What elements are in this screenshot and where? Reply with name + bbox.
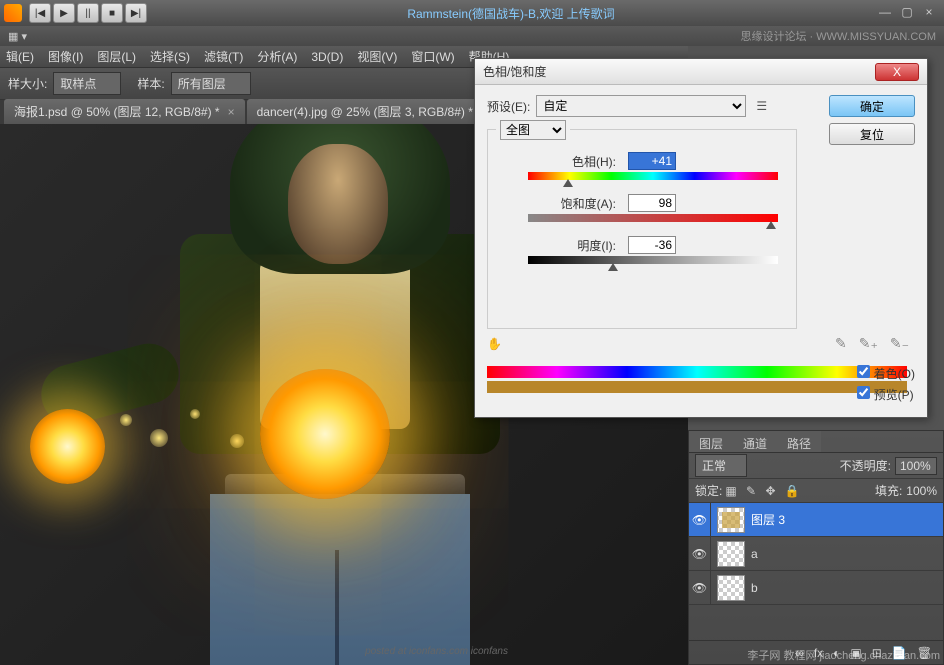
restore-button[interactable]: ▢ — [898, 5, 916, 21]
media-pause-button[interactable]: || — [77, 3, 99, 23]
color-bars — [487, 366, 907, 393]
media-next-button[interactable]: ▶| — [125, 3, 147, 23]
close-button[interactable]: × — [920, 5, 938, 21]
hue-saturation-dialog: 色相/饱和度 X 预设(E): 自定 ☰ 确定 复位 全图 色相(H): 饱和度… — [474, 58, 928, 418]
app-menu-icon[interactable]: ▦ ▾ — [8, 30, 27, 43]
eyedropper-subtract-icon[interactable]: ✎₋ — [890, 335, 909, 352]
lightness-slider[interactable] — [528, 256, 778, 266]
channel-select[interactable]: 全图 — [500, 120, 566, 140]
media-stop-button[interactable]: ■ — [101, 3, 123, 23]
saturation-label: 饱和度(A): — [498, 195, 628, 212]
visibility-icon[interactable]: 👁 — [689, 571, 711, 604]
layer-name: a — [751, 547, 758, 561]
sliders-group: 全图 色相(H): 饱和度(A): 明度(I): — [487, 129, 797, 329]
tab-label: 海报1.psd @ 50% (图层 12, RGB/8#) * — [14, 103, 220, 120]
document-tab-2[interactable]: dancer(4).jpg @ 25% (图层 3, RGB/8#) *× — [247, 99, 498, 124]
menu-filter[interactable]: 滤镜(T) — [204, 48, 243, 65]
menu-window[interactable]: 窗口(W) — [411, 48, 454, 65]
lock-pixels-icon[interactable]: ✎ — [746, 484, 756, 498]
menu-select[interactable]: 选择(S) — [150, 48, 190, 65]
lightness-input[interactable] — [628, 236, 676, 254]
tab-label: dancer(4).jpg @ 25% (图层 3, RGB/8#) * — [257, 103, 473, 120]
rainbow-bar — [487, 366, 907, 378]
hue-label: 色相(H): — [498, 153, 628, 170]
song-title: Rammstein(德国战车)-B,欢迎 上传歌词 — [148, 5, 874, 22]
layer-thumbnail[interactable] — [717, 507, 745, 533]
ok-button[interactable]: 确定 — [829, 95, 915, 117]
preset-label: 预设(E): — [487, 98, 530, 115]
orb-small — [30, 409, 105, 484]
media-title-bar: |◀ ▶ || ■ ▶| Rammstein(德国战车)-B,欢迎 上传歌词 —… — [0, 0, 944, 26]
reset-button[interactable]: 复位 — [829, 123, 915, 145]
orb-big — [260, 369, 390, 499]
lightness-label: 明度(I): — [498, 237, 628, 254]
menu-3d[interactable]: 3D(D) — [311, 50, 343, 64]
document-tab-1[interactable]: 海报1.psd @ 50% (图层 12, RGB/8#) * × — [4, 99, 245, 124]
saturation-slider[interactable] — [528, 214, 778, 224]
dialog-title: 色相/饱和度 — [483, 63, 546, 80]
minimize-button[interactable]: — — [876, 5, 894, 21]
menu-analysis[interactable]: 分析(A) — [257, 48, 297, 65]
eyedropper-icon[interactable]: ✎ — [835, 335, 847, 352]
media-play-button[interactable]: ▶ — [53, 3, 75, 23]
visibility-icon[interactable]: 👁 — [689, 537, 711, 570]
layer-name: 图层 3 — [751, 511, 785, 528]
opacity-input[interactable]: 100% — [895, 457, 937, 475]
visibility-icon[interactable]: 👁 — [689, 503, 711, 536]
dialog-title-bar[interactable]: 色相/饱和度 X — [475, 59, 927, 85]
sample-label: 样本: — [137, 75, 164, 92]
media-app-icon — [4, 4, 22, 22]
hand-icon[interactable]: ✋ — [487, 337, 502, 351]
app-title-right: 思缘设计论坛 · WWW.MISSYUAN.COM — [740, 28, 936, 44]
preview-checkbox[interactable]: 预览(P) — [857, 386, 915, 403]
sample-size-label: 样大小: — [8, 75, 47, 92]
tab-layers[interactable]: 图层 — [689, 431, 733, 452]
menu-edit[interactable]: 辑(E) — [6, 48, 34, 65]
sample-select[interactable]: 所有图层 — [171, 72, 251, 95]
blend-mode-select[interactable]: 正常 — [695, 454, 747, 477]
fill-label: 填充: — [875, 482, 902, 499]
menu-image[interactable]: 图像(I) — [48, 48, 83, 65]
preset-select[interactable]: 自定 — [536, 95, 746, 117]
tab-paths[interactable]: 路径 — [777, 431, 821, 452]
lock-position-icon[interactable]: ✥ — [765, 484, 775, 498]
fill-input[interactable]: 100% — [906, 484, 937, 498]
canvas-image — [50, 124, 510, 665]
layer-name: b — [751, 581, 758, 595]
colorize-checkbox[interactable]: 着色(O) — [857, 365, 915, 382]
canvas-watermark: posted at iconfans.com iconfans — [365, 646, 508, 657]
opacity-label: 不透明度: — [840, 457, 891, 474]
layer-thumbnail[interactable] — [717, 541, 745, 567]
preset-menu-icon[interactable]: ☰ — [756, 99, 767, 113]
layer-thumbnail[interactable] — [717, 575, 745, 601]
lock-icons: ▦ ✎ ✥ 🔒 — [722, 484, 802, 498]
media-prev-button[interactable]: |◀ — [29, 3, 51, 23]
menu-view[interactable]: 视图(V) — [357, 48, 397, 65]
layer-list: 👁 图层 3 👁 a 👁 b — [689, 503, 943, 605]
app-title-bar: ▦ ▾ 思缘设计论坛 · WWW.MISSYUAN.COM — [0, 26, 944, 46]
page-watermark: 李子网 教程网 jiaocheng.chazidian.com — [747, 647, 940, 663]
eyedropper-add-icon[interactable]: ✎₊ — [859, 335, 878, 352]
lock-label: 锁定: — [695, 482, 722, 499]
sample-size-select[interactable]: 取样点 — [53, 72, 121, 95]
layer-row[interactable]: 👁 a — [689, 537, 943, 571]
tab-close-icon[interactable]: × — [228, 105, 235, 119]
tab-channels[interactable]: 通道 — [733, 431, 777, 452]
result-bar — [487, 381, 907, 393]
layers-panel: 图层 通道 路径 正常 不透明度: 100% 锁定: ▦ ✎ ✥ 🔒 填充: 1… — [688, 430, 944, 665]
lock-all-icon[interactable]: 🔒 — [785, 484, 800, 498]
hue-slider[interactable] — [528, 172, 778, 182]
lock-transparent-icon[interactable]: ▦ — [725, 484, 736, 498]
menu-layer[interactable]: 图层(L) — [97, 48, 136, 65]
layers-panel-tabs: 图层 通道 路径 — [689, 431, 943, 453]
dialog-close-button[interactable]: X — [875, 63, 919, 81]
hue-input[interactable] — [628, 152, 676, 170]
layer-row[interactable]: 👁 b — [689, 571, 943, 605]
layer-row[interactable]: 👁 图层 3 — [689, 503, 943, 537]
saturation-input[interactable] — [628, 194, 676, 212]
